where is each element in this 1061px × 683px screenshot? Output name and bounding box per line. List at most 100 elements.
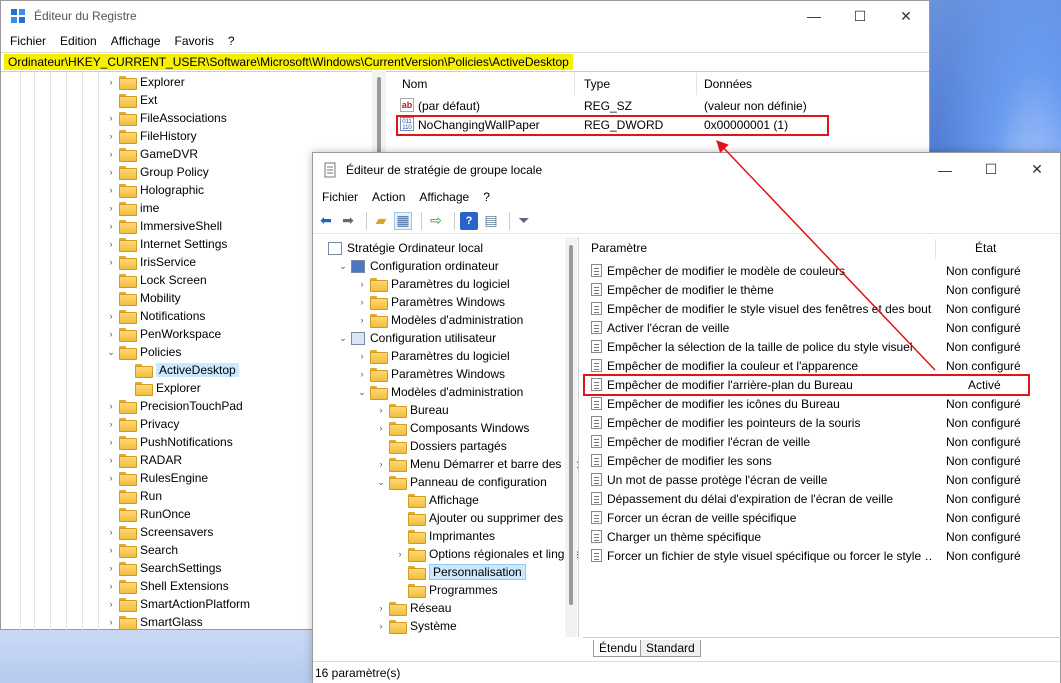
forward-arrow-icon[interactable]: ➡ xyxy=(339,212,357,230)
registry-key[interactable]: › SmartGlass xyxy=(106,613,203,630)
chevron-icon[interactable]: › xyxy=(106,527,116,537)
policy-row[interactable]: Dépassement du délai d'expiration de l'é… xyxy=(583,489,1061,508)
close-button[interactable]: ✕ xyxy=(1014,153,1060,186)
chevron-icon[interactable]: › xyxy=(357,369,367,379)
filter-icon[interactable]: ⏷ xyxy=(515,212,533,230)
chevron-icon[interactable]: › xyxy=(106,563,116,573)
chevron-icon[interactable]: › xyxy=(357,279,367,289)
gpedit-tree-scrollbar[interactable] xyxy=(565,237,577,637)
policy-tree-node[interactable]: ⌄ Configuration utilisateur xyxy=(338,329,496,347)
policy-tree-node[interactable]: › Options régionales et linguis xyxy=(395,545,578,563)
registry-key[interactable]: › FileHistory xyxy=(106,127,197,145)
maximize-button[interactable]: ☐ xyxy=(837,1,883,31)
policy-row[interactable]: Charger un thème spécifique Non configuré xyxy=(583,527,1061,546)
registry-key[interactable]: › RulesEngine xyxy=(106,469,208,487)
chevron-icon[interactable]: › xyxy=(106,77,116,87)
tab-standard[interactable]: Standard xyxy=(640,640,701,657)
chevron-icon[interactable]: › xyxy=(106,149,116,159)
registry-key[interactable]: › SmartActionPlatform xyxy=(106,595,250,613)
chevron-icon[interactable]: › xyxy=(376,459,386,469)
registry-key[interactable]: Run xyxy=(106,487,162,505)
registry-key[interactable]: › Internet Settings xyxy=(106,235,227,253)
policy-tree-node[interactable]: › Réseau xyxy=(376,599,451,617)
registry-key[interactable]: › Screensavers xyxy=(106,523,213,541)
policy-row[interactable]: Empêcher de modifier le thème Non configu… xyxy=(583,280,1061,299)
export-list-icon[interactable]: ⇨ xyxy=(427,212,445,230)
menu-action[interactable]: Action xyxy=(365,190,412,204)
registry-key[interactable]: › Shell Extensions xyxy=(106,577,229,595)
chevron-icon[interactable]: › xyxy=(106,185,116,195)
chevron-icon[interactable]: › xyxy=(106,581,116,591)
menu-fichier[interactable]: Fichier xyxy=(315,190,365,204)
column-header-type[interactable]: Type xyxy=(584,71,610,97)
address-bar[interactable]: Ordinateur\HKEY_CURRENT_USER\Software\Mi… xyxy=(1,52,929,72)
maximize-button[interactable]: ☐ xyxy=(968,153,1014,186)
registry-key[interactable]: › Search xyxy=(106,541,178,559)
chevron-icon[interactable]: › xyxy=(376,603,386,613)
menu-fichier[interactable]: Fichier xyxy=(3,34,53,48)
registry-key[interactable]: Ext xyxy=(106,91,157,109)
registry-key[interactable]: › Group Policy xyxy=(106,163,209,181)
back-arrow-icon[interactable]: ⬅ xyxy=(317,212,335,230)
registry-key[interactable]: › ImmersiveShell xyxy=(106,217,222,235)
menu-help[interactable]: ? xyxy=(221,34,242,48)
chevron-icon[interactable]: › xyxy=(106,311,116,321)
policy-tree-node[interactable]: Affichage xyxy=(395,491,479,509)
policy-row[interactable]: Empêcher de modifier la couleur et l'app… xyxy=(583,356,1061,375)
policy-row[interactable]: Empêcher de modifier le modèle de couleu… xyxy=(583,261,1061,280)
chevron-icon[interactable]: › xyxy=(395,549,405,559)
registry-key[interactable]: Mobility xyxy=(106,289,181,307)
minimize-button[interactable]: — xyxy=(922,153,968,186)
up-folder-icon[interactable]: ▰ xyxy=(372,212,390,230)
registry-key[interactable]: ⌄ Policies xyxy=(106,343,181,361)
chevron-icon[interactable]: › xyxy=(106,437,116,447)
registry-value-row[interactable]: ab (par défaut) REG_SZ (valeur non défin… xyxy=(390,97,928,115)
policy-row[interactable]: Empêcher de modifier les icônes du Burea… xyxy=(583,394,1061,413)
menu-affichage[interactable]: Affichage xyxy=(104,34,168,48)
registry-key[interactable]: › PenWorkspace xyxy=(106,325,221,343)
policy-tree-node[interactable]: ⌄ Configuration ordinateur xyxy=(338,257,499,275)
chevron-icon[interactable]: › xyxy=(106,419,116,429)
chevron-icon[interactable]: › xyxy=(106,545,116,555)
column-header-setting[interactable]: Paramètre xyxy=(591,237,647,259)
chevron-icon[interactable]: › xyxy=(376,621,386,631)
policy-row[interactable]: Forcer un écran de veille spécifique Non … xyxy=(583,508,1061,527)
registry-key[interactable]: Lock Screen xyxy=(106,271,207,289)
policy-tree-node[interactable]: › Menu Démarrer et barre des tâc xyxy=(376,455,578,473)
gpedit-titlebar[interactable]: Éditeur de stratégie de groupe locale — … xyxy=(313,153,1060,186)
menu-favoris[interactable]: Favoris xyxy=(168,34,221,48)
policy-tree-node[interactable]: › Système xyxy=(376,617,457,635)
policy-tree-node[interactable]: › Paramètres Windows xyxy=(357,293,505,311)
chevron-icon[interactable]: › xyxy=(106,239,116,249)
registry-key[interactable]: › RADAR xyxy=(106,451,182,469)
policy-tree-node[interactable]: › Bureau xyxy=(376,401,449,419)
registry-key[interactable]: › SearchSettings xyxy=(106,559,221,577)
policy-tree-node[interactable]: › Paramètres du logiciel xyxy=(357,275,510,293)
chevron-icon[interactable]: › xyxy=(106,473,116,483)
policy-row[interactable]: Empêcher de modifier le style visuel des… xyxy=(583,299,1061,318)
chevron-icon[interactable]: › xyxy=(106,455,116,465)
policy-tree-node[interactable]: › Paramètres Windows xyxy=(357,365,505,383)
chevron-icon[interactable]: › xyxy=(106,617,116,627)
registry-titlebar[interactable]: Éditeur du Registre — ☐ ✕ xyxy=(1,1,929,31)
chevron-icon[interactable]: › xyxy=(376,423,386,433)
column-header-state[interactable]: État xyxy=(975,237,996,259)
chevron-icon[interactable]: › xyxy=(106,203,116,213)
policy-tree-node[interactable]: › Paramètres du logiciel xyxy=(357,347,510,365)
column-header-name[interactable]: Nom xyxy=(402,71,427,97)
close-button[interactable]: ✕ xyxy=(883,1,929,31)
chevron-icon[interactable]: ⌄ xyxy=(338,333,348,344)
registry-key[interactable]: › ime xyxy=(106,199,159,217)
registry-key[interactable]: › IrisService xyxy=(106,253,196,271)
policy-row[interactable]: Empêcher de modifier l'écran de veille No… xyxy=(583,432,1061,451)
policy-row[interactable]: Empêcher de modifier les sons Non configu… xyxy=(583,451,1061,470)
registry-key[interactable]: › PrecisionTouchPad xyxy=(106,397,243,415)
chevron-icon[interactable]: › xyxy=(106,599,116,609)
policy-tree-node[interactable]: ⌄ Modèles d'administration xyxy=(357,383,523,401)
policy-tree-node[interactable]: Programmes xyxy=(395,581,498,599)
chevron-icon[interactable]: › xyxy=(106,401,116,411)
policy-row[interactable]: Activer l'écran de veille Non configuré xyxy=(583,318,1061,337)
chevron-icon[interactable]: › xyxy=(106,329,116,339)
chevron-icon[interactable]: ⌄ xyxy=(376,477,386,488)
chevron-icon[interactable]: › xyxy=(106,257,116,267)
